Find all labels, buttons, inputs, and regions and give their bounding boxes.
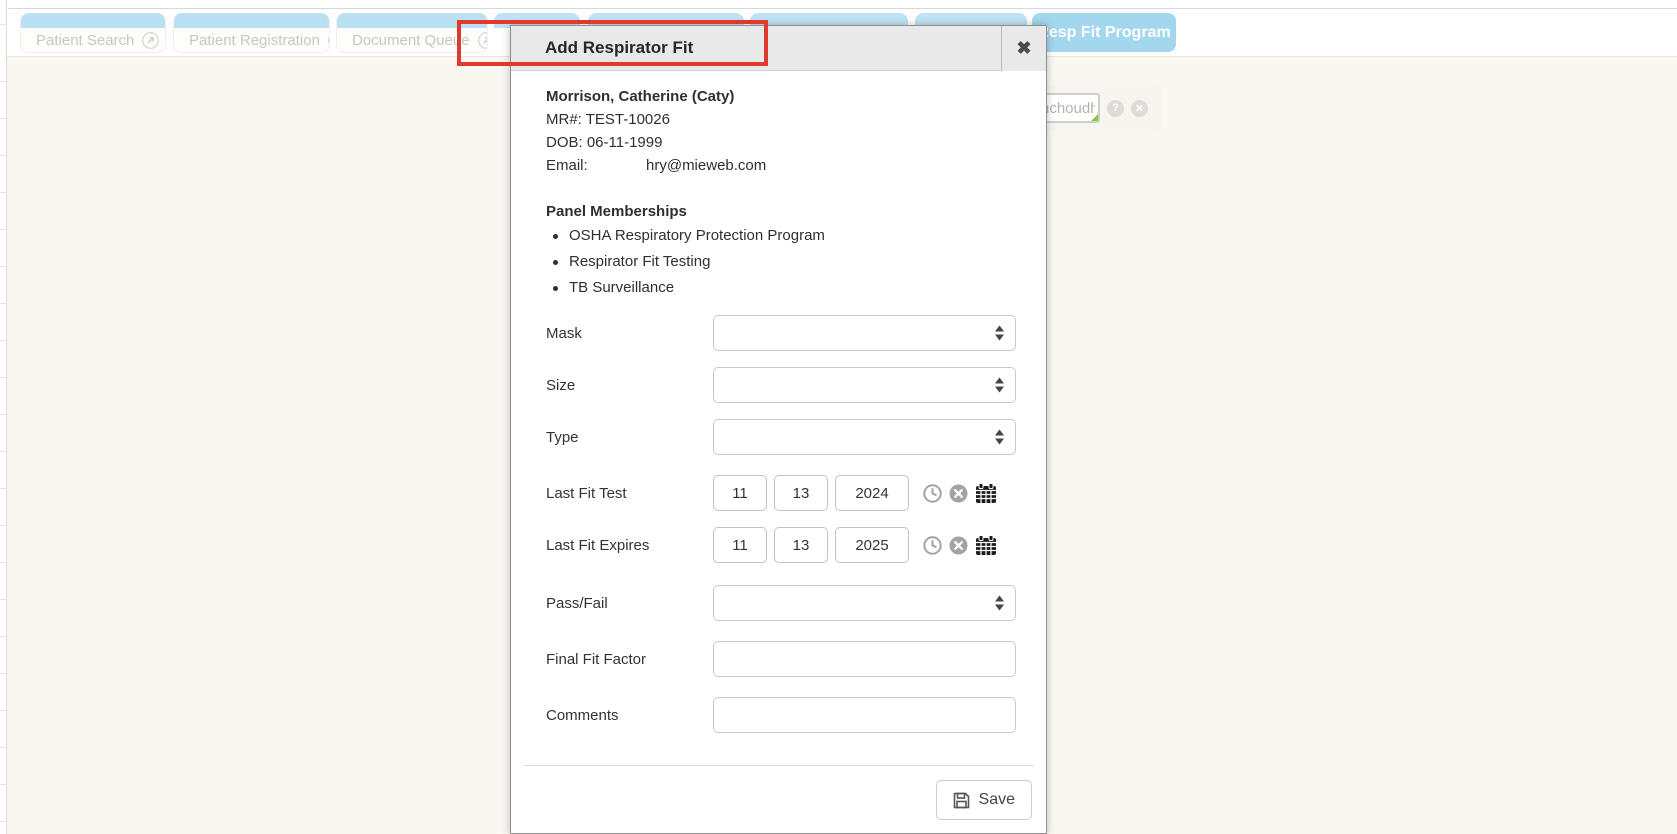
last-fit-test-row: Last Fit Test	[546, 475, 1014, 511]
add-respirator-fit-modal: Add Respirator Fit ✖ Morrison, Catherine…	[510, 25, 1047, 834]
final-fit-factor-label: Final Fit Factor	[546, 651, 713, 668]
open-in-new-icon[interactable]	[328, 32, 330, 49]
autocomplete-corner-marker	[1091, 114, 1098, 121]
type-select[interactable]	[713, 419, 1016, 455]
last-fit-expires-label: Last Fit Expires	[546, 537, 713, 554]
patient-dob: DOB: 06-11-1999	[546, 131, 1014, 154]
open-in-new-icon[interactable]	[478, 32, 488, 49]
chevron-up-down-icon	[994, 325, 1005, 342]
last-fit-test-label: Last Fit Test	[546, 485, 713, 502]
size-row: Size	[546, 367, 1014, 403]
type-label: Type	[546, 429, 713, 446]
clear-date-icon[interactable]	[949, 536, 968, 555]
last-fit-expires-month-input[interactable]	[713, 527, 767, 563]
pass-fail-label: Pass/Fail	[546, 595, 713, 612]
modal-title: Add Respirator Fit	[511, 38, 693, 58]
footer-divider	[524, 765, 1034, 766]
mask-row: Mask	[546, 315, 1014, 351]
pass-fail-row: Pass/Fail	[546, 585, 1014, 621]
save-button[interactable]: Save	[936, 780, 1032, 820]
help-icon[interactable]: ?	[1107, 100, 1124, 117]
tab-accent-bar	[337, 13, 487, 28]
panel-membership-item: OSHA Respiratory Protection Program	[546, 223, 1014, 249]
last-fit-test-month-input[interactable]	[713, 475, 767, 511]
last-fit-expires-year-input[interactable]	[835, 527, 909, 563]
left-sidebar-sliver	[0, 0, 7, 834]
comments-row: Comments	[546, 697, 1014, 733]
app-screen: Patient Search Patient Registration Docu…	[0, 0, 1677, 834]
mask-select[interactable]	[713, 315, 1016, 351]
modal-footer: Save	[546, 780, 1032, 820]
comments-input[interactable]	[713, 697, 1016, 733]
pass-fail-select[interactable]	[713, 585, 1016, 621]
tab-document-queue[interactable]: Document Queue	[336, 13, 488, 53]
panel-memberships-list: OSHA Respiratory Protection Program Resp…	[546, 223, 1014, 301]
chevron-up-down-icon	[994, 429, 1005, 446]
email-value: hry@mieweb.com	[646, 154, 766, 177]
last-fit-test-year-input[interactable]	[835, 475, 909, 511]
last-fit-expires-row: Last Fit Expires	[546, 527, 1014, 563]
tab-label: Patient Registration	[189, 32, 320, 49]
clock-icon[interactable]	[923, 536, 942, 555]
last-fit-expires-day-input[interactable]	[774, 527, 828, 563]
tab-label: Document Queue	[352, 32, 470, 49]
modal-header: Add Respirator Fit ✖	[511, 26, 1046, 71]
comments-label: Comments	[546, 707, 713, 724]
chevron-up-down-icon	[994, 377, 1005, 394]
panel-membership-item: Respirator Fit Testing	[546, 249, 1014, 275]
floppy-disk-icon	[953, 792, 970, 809]
calendar-icon[interactable]	[975, 483, 997, 504]
patient-name: Morrison, Catherine (Caty)	[546, 85, 1014, 108]
tab-accent-bar	[21, 13, 165, 28]
tab-patient-search[interactable]: Patient Search	[20, 13, 166, 53]
clear-icon[interactable]: ✕	[1131, 100, 1148, 117]
open-in-new-icon[interactable]	[142, 32, 159, 49]
panel-memberships-heading: Panel Memberships	[546, 200, 1014, 223]
resp-fit-program-button[interactable]: Resp Fit Program	[1032, 13, 1176, 52]
type-row: Type	[546, 419, 1014, 455]
clear-date-icon[interactable]	[949, 484, 968, 503]
save-button-label: Save	[979, 791, 1015, 809]
calendar-icon[interactable]	[975, 535, 997, 556]
patient-email-row: Email: hry@mieweb.com	[546, 154, 1014, 177]
tab-patient-registration[interactable]: Patient Registration	[173, 13, 330, 53]
final-fit-factor-input[interactable]	[713, 641, 1016, 677]
last-fit-test-day-input[interactable]	[774, 475, 828, 511]
final-fit-factor-row: Final Fit Factor	[546, 641, 1014, 677]
clock-icon[interactable]	[923, 484, 942, 503]
size-select[interactable]	[713, 367, 1016, 403]
tab-accent-bar	[174, 13, 329, 28]
email-label: Email:	[546, 154, 646, 177]
mask-label: Mask	[546, 325, 713, 342]
chevron-up-down-icon	[994, 595, 1005, 612]
tab-label: Patient Search	[36, 32, 134, 49]
close-icon[interactable]: ✖	[1001, 26, 1046, 71]
size-label: Size	[546, 377, 713, 394]
patient-mr: MR#: TEST-10026	[546, 108, 1014, 131]
modal-body: Morrison, Catherine (Caty) MR#: TEST-100…	[511, 71, 1046, 820]
top-divider-line	[8, 8, 1677, 9]
panel-membership-item: TB Surveillance	[546, 275, 1014, 301]
